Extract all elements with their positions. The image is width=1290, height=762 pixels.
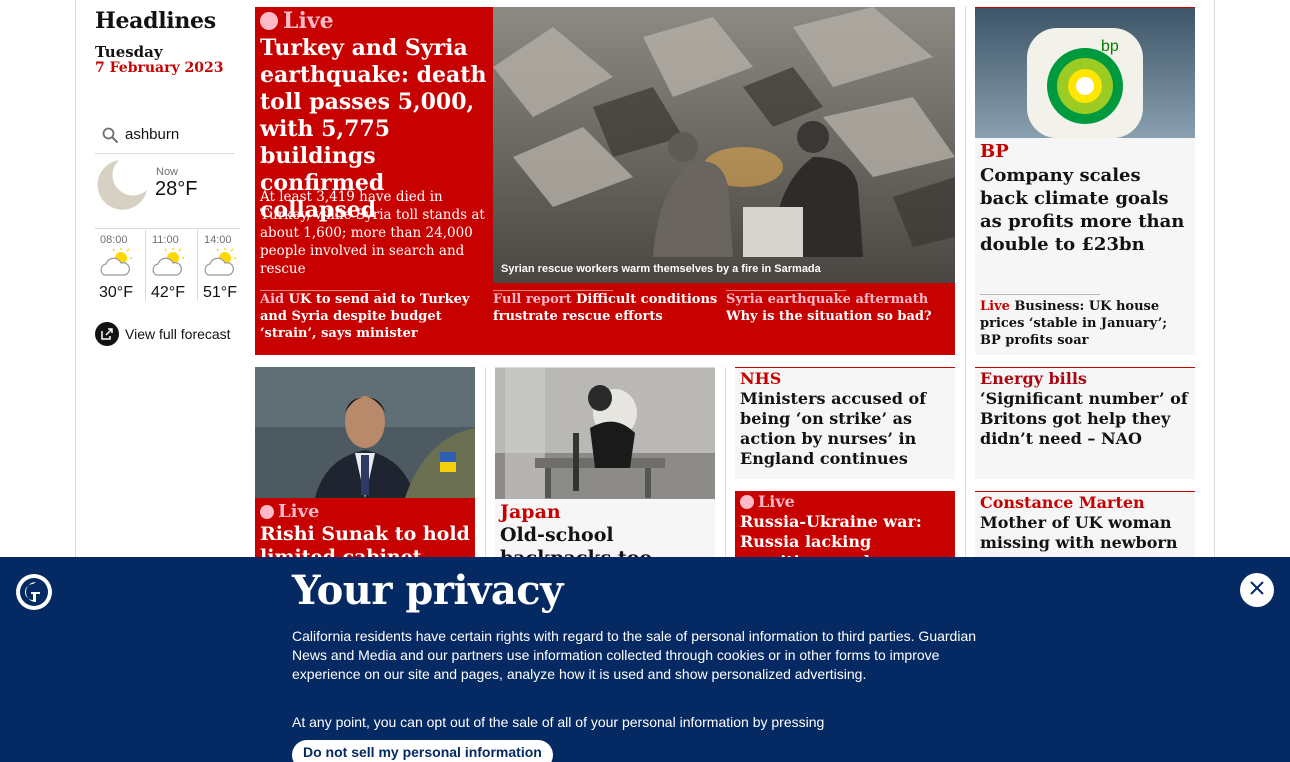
energy-story-card[interactable]: Energy bills ‘Significant number’ of Bri… [975, 367, 1195, 479]
close-icon [1249, 580, 1265, 600]
sub-link[interactable]: Full report Difficult conditions frustra… [493, 290, 718, 325]
bp-logo-text: bp [1101, 38, 1119, 55]
nhs-headline[interactable]: Ministers accused of being ‘on strike’ a… [740, 389, 952, 469]
forecast-time: 08:00 [100, 234, 128, 246]
sun-cloud-icon [151, 248, 187, 282]
sub-kicker: Syria earthquake aftermath [726, 292, 929, 307]
sub-divider [980, 294, 1100, 295]
lead-standfirst: At least 3,419 have died in Turkey, whil… [260, 189, 485, 277]
sun-cloud-icon [99, 248, 135, 282]
guardian-logo-icon [16, 574, 52, 610]
moon-icon [95, 158, 149, 216]
marten-story-card[interactable]: Constance Marten Mother of UK woman miss… [975, 491, 1195, 567]
column-divider [725, 367, 726, 567]
forecast-slot: 08:00 30°F [95, 229, 143, 301]
view-full-forecast-label: View full forecast [125, 326, 231, 342]
close-button[interactable] [1240, 573, 1274, 607]
bp-sub-link[interactable]: Live Business: UK house prices ‘stable i… [980, 294, 1192, 349]
marten-kicker: Constance Marten [980, 493, 1145, 512]
energy-headline[interactable]: ‘Significant number’ of Britons got help… [980, 389, 1192, 449]
sub-text: Why is the situation so bad? [726, 309, 932, 324]
forecast-divider [145, 229, 146, 301]
forecast-temp: 51°F [203, 284, 237, 301]
live-kicker: Live [260, 501, 319, 522]
privacy-title: Your privacy [292, 567, 563, 614]
weather-now-temp: 28°F [155, 178, 198, 200]
do-not-sell-button[interactable]: Do not sell my personal information [292, 740, 553, 762]
bp-story-card[interactable]: bp BP Company scales back climate goals … [975, 7, 1195, 355]
sub-divider [493, 290, 613, 291]
weather-location-search[interactable]: ashburn [95, 118, 235, 154]
forecast-time: 14:00 [204, 234, 232, 246]
lead-story-card[interactable]: Live Turkey and Syria earthquake: death … [255, 7, 955, 355]
bp-sign-photo: bp [975, 8, 1195, 138]
sub-link[interactable]: Aid UK to send aid to Turkey and Syria d… [260, 290, 485, 342]
live-dot-icon [740, 494, 754, 509]
section-title: Headlines [95, 8, 216, 34]
live-kicker: Live [260, 8, 334, 34]
forecast-time: 11:00 [152, 234, 179, 246]
weather-now-label: Now [156, 166, 179, 178]
sub-link[interactable]: Syria earthquake aftermath Why is the si… [726, 290, 951, 325]
search-icon [102, 127, 119, 148]
sub-divider [260, 290, 380, 291]
forecast-temp: 42°F [151, 284, 185, 301]
forecast-slot: 11:00 42°F [147, 229, 195, 301]
nhs-story-card[interactable]: NHS Ministers accused of being ‘on strik… [735, 367, 955, 479]
view-full-forecast-link[interactable]: View full forecast [95, 322, 231, 346]
weather-forecast: 08:00 30°F 11:00 42°F 14:00 51°F [95, 228, 240, 306]
privacy-body-optout: At any point, you can opt out of the sal… [292, 714, 825, 730]
date-day: Tuesday [95, 43, 163, 61]
nhs-kicker: NHS [740, 369, 782, 388]
earthquake-photo: Syrian rescue workers warm themselves by… [493, 7, 955, 283]
sub-kicker: Aid [260, 292, 285, 307]
forecast-temp: 30°F [99, 284, 133, 301]
photo-caption: Syrian rescue workers warm themselves by… [501, 263, 821, 275]
sunak-photo [255, 367, 475, 498]
sunak-story-card[interactable]: Live Rishi Sunak to hold limited cabinet… [255, 367, 475, 591]
column-divider [485, 367, 486, 567]
privacy-body: California residents have certain rights… [292, 628, 977, 682]
live-label: Live [758, 492, 795, 511]
live-kicker: Live [740, 492, 795, 511]
live-dot-icon [260, 12, 278, 30]
schoolchild-photo [495, 368, 715, 499]
forecast-divider [197, 229, 198, 301]
sub-text: UK to send aid to Turkey and Syria despi… [260, 292, 470, 341]
japan-story-card[interactable]: Japan Old-school backpacks too heavy, pu… [495, 367, 715, 592]
external-link-icon [95, 322, 119, 346]
live-dot-icon [260, 504, 274, 519]
privacy-banner: Your privacy California residents have c… [0, 557, 1290, 762]
live-label: Live [278, 501, 320, 522]
live-label: Live [283, 8, 334, 34]
bp-headline[interactable]: Company scales back climate goals as pro… [980, 164, 1192, 256]
sun-cloud-icon [203, 248, 239, 282]
sub-kicker: Full report [493, 292, 572, 307]
energy-kicker: Energy bills [980, 369, 1087, 388]
date-full: 7 February 2023 [95, 60, 224, 76]
ukraine-story-card[interactable]: Live Russia-Ukraine war: Russia lacking … [735, 491, 955, 571]
forecast-slot: 14:00 51°F [199, 229, 240, 301]
bp-sub-kicker: Live [980, 299, 1010, 314]
marten-headline[interactable]: Mother of UK woman missing with newborn [980, 513, 1192, 553]
sub-divider [726, 290, 846, 291]
bp-kicker: BP [980, 141, 1009, 162]
location-name: ashburn [125, 126, 180, 143]
japan-kicker: Japan [500, 501, 561, 523]
